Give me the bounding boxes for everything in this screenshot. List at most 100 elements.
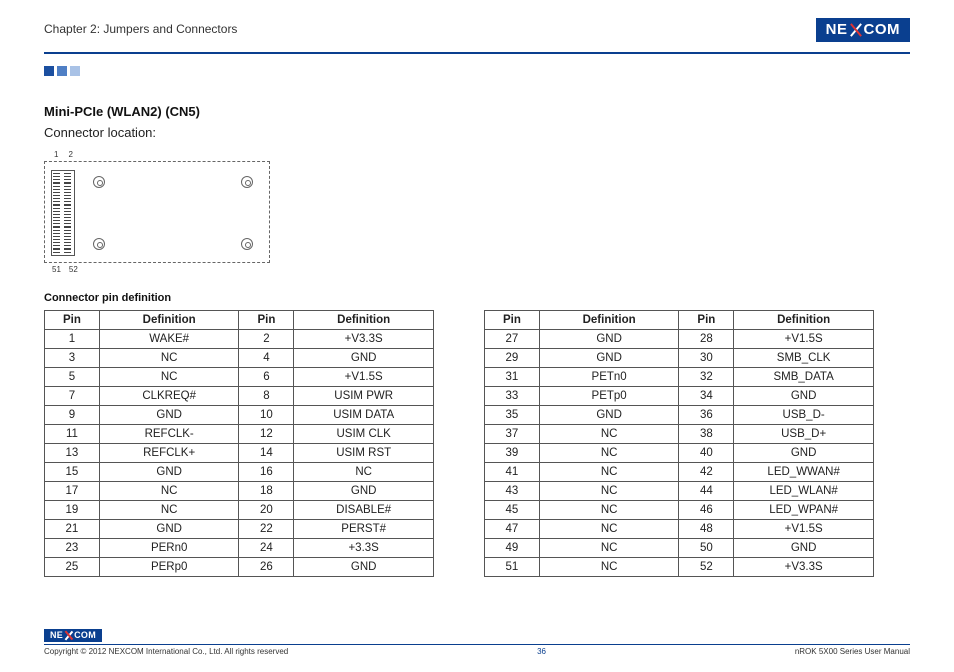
def-cell: +V3.3S: [294, 330, 434, 349]
pin-cell: 34: [679, 387, 734, 406]
table-row: 27GND28+V1.5S: [485, 330, 874, 349]
th-pin: Pin: [45, 311, 100, 330]
pin-cell: 16: [239, 463, 294, 482]
def-cell: GND: [539, 330, 679, 349]
def-cell: +3.3S: [294, 539, 434, 558]
pin-cell: 4: [239, 349, 294, 368]
pin-cell: 37: [485, 425, 540, 444]
def-cell: GND: [734, 539, 874, 558]
connector-icon: [51, 170, 75, 256]
table-row: 11REFCLK-12USIM CLK: [45, 425, 434, 444]
connector-diagram: 1 2 51 52: [44, 150, 274, 274]
pin-cell: 21: [45, 520, 100, 539]
def-cell: PETn0: [539, 368, 679, 387]
table-row: 51NC52+V3.3S: [485, 558, 874, 577]
def-cell: SMB_DATA: [734, 368, 874, 387]
square-icon: [70, 66, 80, 76]
def-cell: USIM PWR: [294, 387, 434, 406]
pin-cell: 18: [239, 482, 294, 501]
def-cell: NC: [99, 501, 239, 520]
brand-x-icon: [64, 631, 73, 640]
pin-cell: 31: [485, 368, 540, 387]
pin-table-right: Pin Definition Pin Definition 27GND28+V1…: [484, 310, 874, 577]
mounting-hole-icon: [93, 238, 105, 250]
def-cell: GND: [99, 463, 239, 482]
def-cell: NC: [539, 539, 679, 558]
pin-cell: 20: [239, 501, 294, 520]
th-def: Definition: [99, 311, 239, 330]
table-row: 45NC46LED_WPAN#: [485, 501, 874, 520]
pin-cell: 3: [45, 349, 100, 368]
pin-cell: 47: [485, 520, 540, 539]
th-pin: Pin: [485, 311, 540, 330]
pin-cell: 43: [485, 482, 540, 501]
def-cell: DISABLE#: [294, 501, 434, 520]
def-cell: +V3.3S: [734, 558, 874, 577]
table-row: 1WAKE#2+V3.3S: [45, 330, 434, 349]
pin-cell: 24: [239, 539, 294, 558]
mounting-hole-icon: [93, 176, 105, 188]
table-row: 5NC6+V1.5S: [45, 368, 434, 387]
pin-cell: 52: [679, 558, 734, 577]
pin-cell: 39: [485, 444, 540, 463]
table-row: 7CLKREQ#8USIM PWR: [45, 387, 434, 406]
def-cell: PERp0: [99, 558, 239, 577]
th-def: Definition: [294, 311, 434, 330]
pin-tables: Pin Definition Pin Definition 1WAKE#2+V3…: [44, 310, 910, 577]
pin-cell: 22: [239, 520, 294, 539]
table-row: 9GND10USIM DATA: [45, 406, 434, 425]
pin-cell: 9: [45, 406, 100, 425]
def-cell: NC: [99, 368, 239, 387]
table-row: 13REFCLK+14USIM RST: [45, 444, 434, 463]
pin-cell: 6: [239, 368, 294, 387]
pin-cell: 17: [45, 482, 100, 501]
table-row: 35GND36USB_D-: [485, 406, 874, 425]
def-cell: LED_WPAN#: [734, 501, 874, 520]
pin-label-2: 2: [68, 150, 72, 159]
th-pin: Pin: [239, 311, 294, 330]
diagram-outline: [44, 161, 270, 263]
page-number: 36: [537, 647, 546, 656]
page-footer: NE COM Copyright © 2012 NEXCOM Internati…: [44, 627, 910, 656]
brand-left: NE: [50, 630, 63, 640]
def-cell: GND: [99, 520, 239, 539]
def-cell: GND: [294, 482, 434, 501]
def-cell: GND: [294, 558, 434, 577]
def-cell: USIM RST: [294, 444, 434, 463]
def-cell: NC: [99, 349, 239, 368]
def-cell: GND: [99, 406, 239, 425]
pin-cell: 15: [45, 463, 100, 482]
table-row: 43NC44LED_WLAN#: [485, 482, 874, 501]
table-row: 17NC18GND: [45, 482, 434, 501]
def-cell: GND: [734, 444, 874, 463]
section-title: Mini-PCIe (WLAN2) (CN5): [44, 104, 910, 119]
pin-cell: 38: [679, 425, 734, 444]
pin-cell: 10: [239, 406, 294, 425]
def-cell: WAKE#: [99, 330, 239, 349]
def-cell: GND: [539, 406, 679, 425]
def-cell: NC: [539, 463, 679, 482]
section-subtitle: Connector location:: [44, 125, 910, 140]
pin-cell: 46: [679, 501, 734, 520]
def-cell: GND: [539, 349, 679, 368]
pin-cell: 8: [239, 387, 294, 406]
def-cell: +V1.5S: [734, 330, 874, 349]
table-row: 33PETp034GND: [485, 387, 874, 406]
def-cell: LED_WWAN#: [734, 463, 874, 482]
brand-logo: NE COM: [816, 18, 910, 42]
def-cell: REFCLK-: [99, 425, 239, 444]
chapter-label: Chapter 2: Jumpers and Connectors: [44, 18, 237, 36]
def-cell: GND: [734, 387, 874, 406]
pin-cell: 51: [485, 558, 540, 577]
pin-cell: 42: [679, 463, 734, 482]
def-cell: USIM DATA: [294, 406, 434, 425]
table-row: 15GND16NC: [45, 463, 434, 482]
pin-cell: 29: [485, 349, 540, 368]
pin-cell: 28: [679, 330, 734, 349]
header-rule: [44, 52, 910, 54]
pin-cell: 5: [45, 368, 100, 387]
table-row: 39NC40GND: [485, 444, 874, 463]
mounting-hole-icon: [241, 238, 253, 250]
table-row: 25PERp026GND: [45, 558, 434, 577]
def-cell: NC: [539, 501, 679, 520]
